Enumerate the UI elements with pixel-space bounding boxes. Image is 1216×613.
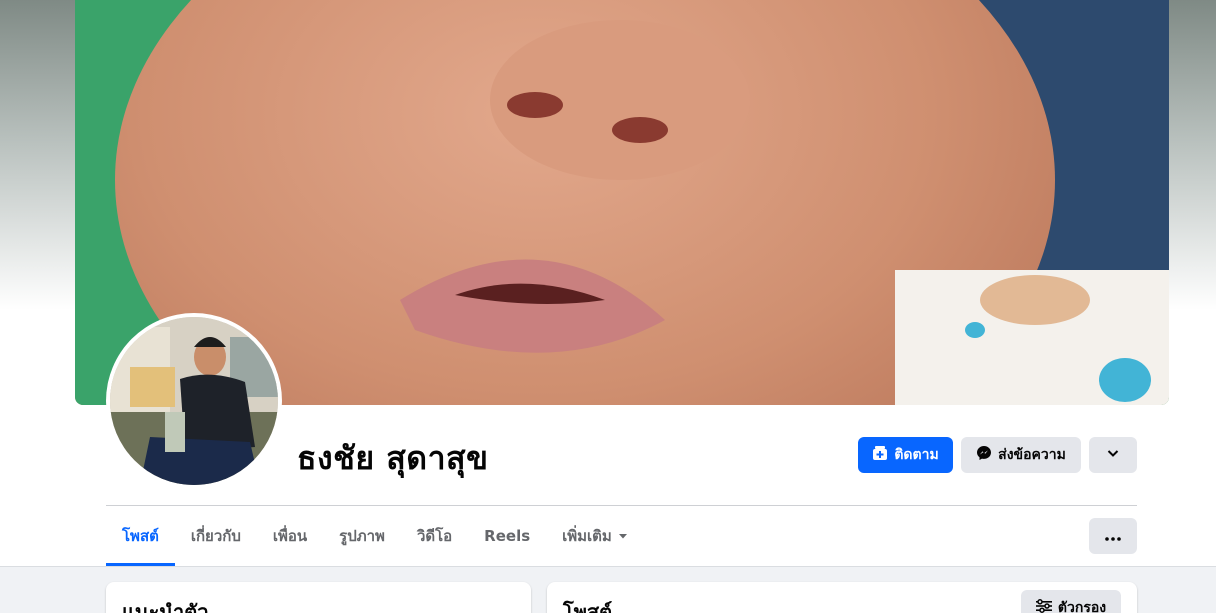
intro-title: แนะนำตัว [122,600,209,613]
profile-actions: ติดตาม ส่งข้อความ [858,437,1137,473]
caret-down-icon [618,527,628,545]
posts-title: โพสต์ [563,600,613,613]
filter-label: ตัวกรอง [1057,600,1107,613]
follow-button[interactable]: ติดตาม [858,437,953,473]
tab-friends[interactable]: เพื่อน [257,506,323,566]
tab-photos[interactable]: รูปภาพ [323,506,401,566]
tab-label: วิดีโอ [416,527,453,545]
more-actions-button[interactable] [1089,437,1137,473]
more-dots-icon [1105,529,1121,544]
messenger-icon [976,445,992,465]
tab-more[interactable]: เพิ่มเติม [546,506,644,566]
message-label: ส่งข้อความ [998,447,1066,463]
profile-tabs: โพสต์ เกี่ยวกับ เพื่อน รูปภาพ วิดีโอ Ree… [106,506,644,566]
chevron-down-icon [1106,446,1120,464]
tab-about[interactable]: เกี่ยวกับ [175,506,257,566]
follow-label: ติดตาม [894,447,939,463]
filter-button[interactable]: ตัวกรอง [1021,590,1121,613]
avatar-photo [110,317,278,485]
tab-reels[interactable]: Reels [468,506,546,566]
tabs-overflow-button[interactable] [1089,518,1137,554]
tab-label: เพื่อน [272,527,308,545]
posts-card: โพสต์ ตัวกรอง [547,582,1137,613]
tab-label: เกี่ยวกับ [190,527,241,545]
tab-videos[interactable]: วิดีโอ [401,506,468,566]
profile-avatar[interactable] [106,313,282,489]
tab-label: เพิ่มเติม [562,527,612,545]
tab-label: โพสต์ [122,527,159,545]
filter-icon [1035,599,1052,613]
tab-label: รูปภาพ [339,527,385,545]
follow-icon [872,445,888,465]
tab-label: Reels [484,527,531,545]
intro-card: แนะนำตัว [106,582,531,613]
tab-posts[interactable]: โพสต์ [106,506,175,566]
profile-name: ธงชัย สุดาสุข [297,439,489,477]
message-button[interactable]: ส่งข้อความ [961,437,1081,473]
